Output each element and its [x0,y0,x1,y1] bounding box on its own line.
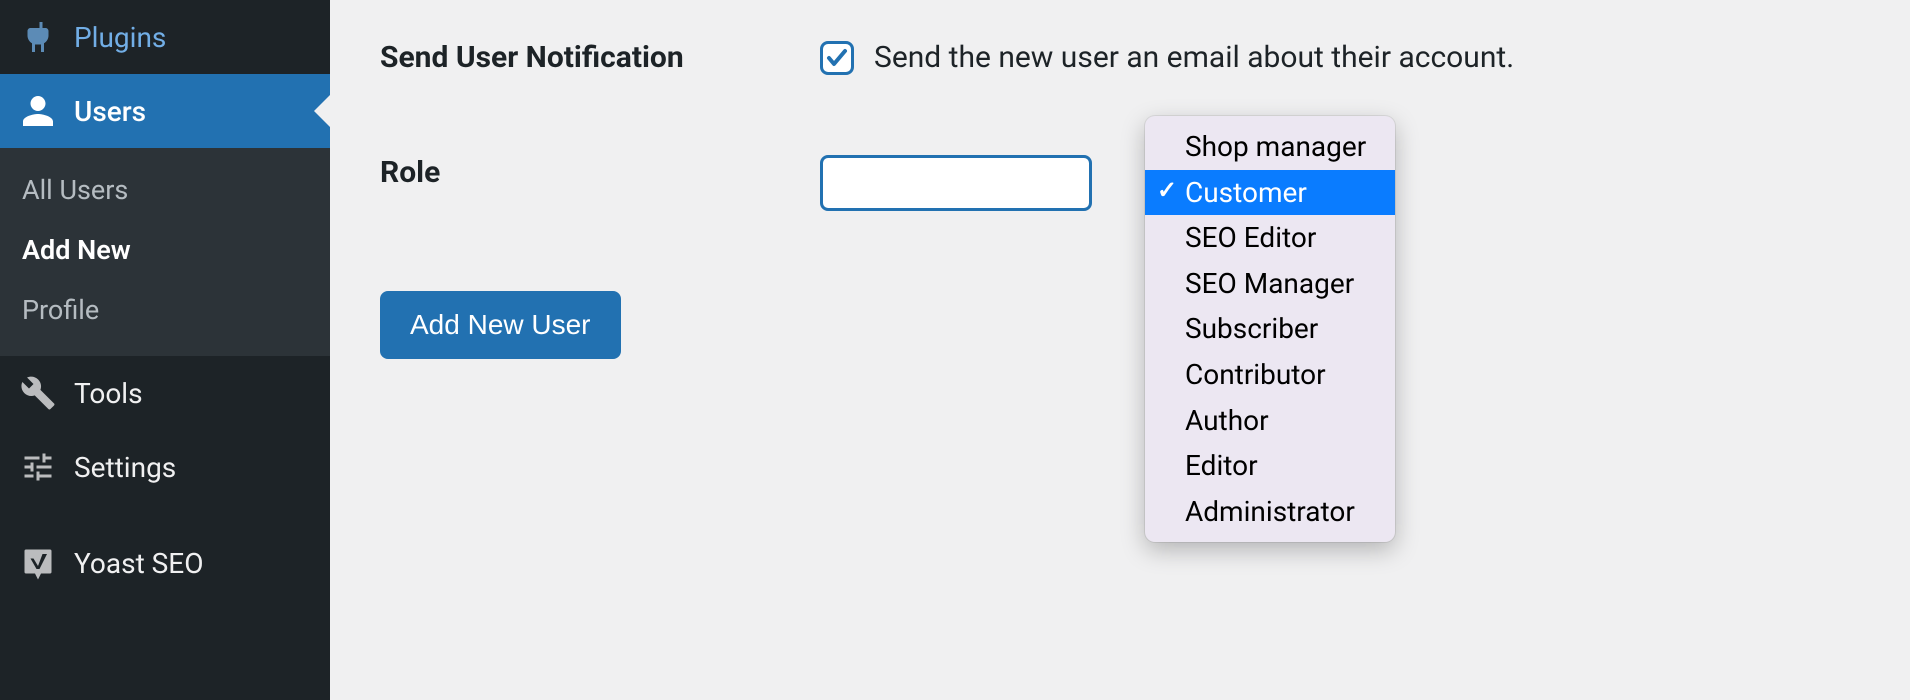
role-option-shop-manager[interactable]: Shop manager [1145,124,1395,170]
yoast-icon [20,545,56,581]
plug-icon [20,19,56,55]
role-control [820,155,1092,211]
user-icon [20,93,56,129]
role-option-author[interactable]: Author [1145,398,1395,444]
role-option-seo-manager[interactable]: SEO Manager [1145,261,1395,307]
role-option-subscriber[interactable]: Subscriber [1145,306,1395,352]
role-option-editor[interactable]: Editor [1145,443,1395,489]
sidebar-item-label: Yoast SEO [74,547,204,580]
add-new-user-button[interactable]: Add New User [380,291,621,359]
sidebar-subitem-profile[interactable]: Profile [0,280,330,340]
sidebar-item-label: Users [74,95,146,128]
sidebar-item-tools[interactable]: Tools [0,356,330,430]
sidebar-item-yoast-seo[interactable]: Yoast SEO [0,526,330,600]
main-content: Send User Notification Send the new user… [330,0,1910,700]
sliders-icon [20,449,56,485]
sidebar-subitem-all-users[interactable]: All Users [0,160,330,220]
role-select[interactable] [820,155,1092,211]
sidebar-item-label: Tools [74,377,143,410]
role-option-seo-editor[interactable]: SEO Editor [1145,215,1395,261]
form-row-notification: Send User Notification Send the new user… [380,40,1860,75]
submit-row: Add New User [380,291,1860,359]
sidebar-item-users[interactable]: Users [0,74,330,148]
role-label: Role [380,155,820,190]
role-option-customer[interactable]: Customer [1145,170,1395,216]
sidebar-subitem-add-new[interactable]: Add New [0,220,330,280]
sidebar-item-plugins[interactable]: Plugins [0,0,330,74]
admin-sidebar: Plugins Users All Users Add New Profile … [0,0,330,700]
notification-checkbox[interactable] [820,41,854,75]
role-option-contributor[interactable]: Contributor [1145,352,1395,398]
role-dropdown: Shop manager Customer SEO Editor SEO Man… [1145,116,1395,542]
notification-control: Send the new user an email about their a… [820,40,1514,75]
notification-checkbox-label[interactable]: Send the new user an email about their a… [874,40,1514,75]
role-option-administrator[interactable]: Administrator [1145,489,1395,535]
sidebar-item-label: Settings [74,451,176,484]
form-row-role: Role [380,155,1860,211]
sidebar-separator [0,504,330,526]
wrench-icon [20,375,56,411]
check-icon [825,46,849,70]
sidebar-item-settings[interactable]: Settings [0,430,330,504]
sidebar-submenu: All Users Add New Profile [0,148,330,356]
sidebar-item-label: Plugins [74,21,166,54]
notification-label: Send User Notification [380,40,820,75]
